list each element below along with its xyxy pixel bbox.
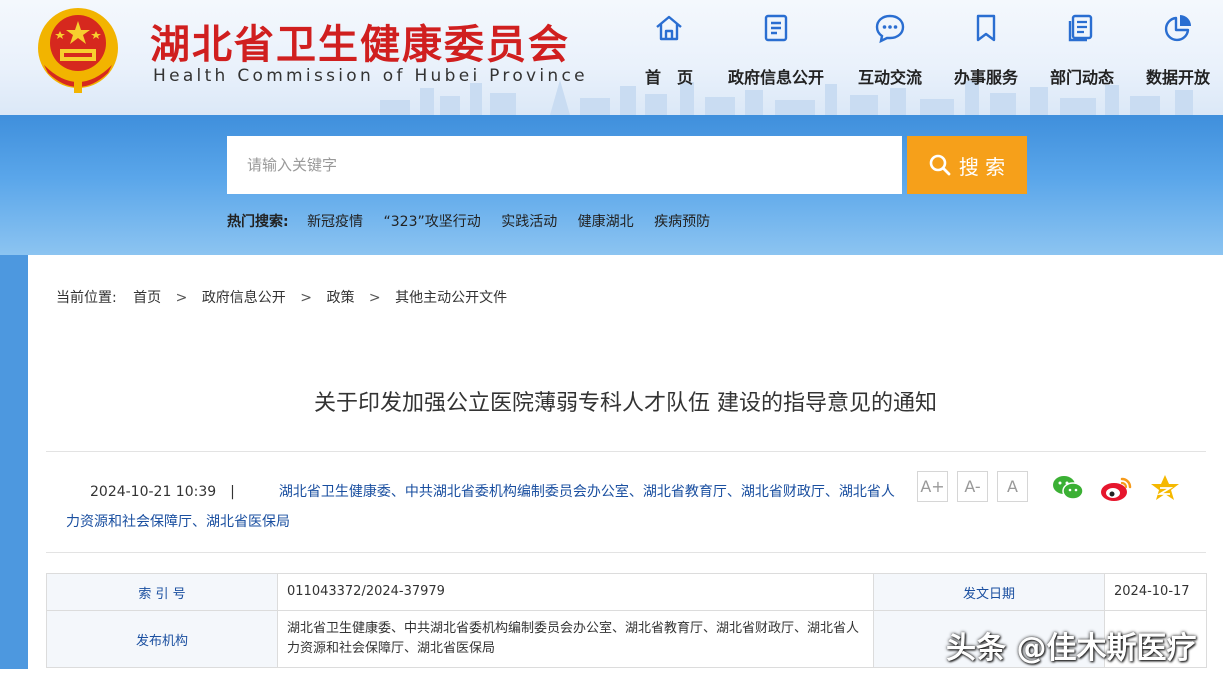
site-header: 湖北省卫生健康委员会 Health Commission of Hubei Pr… xyxy=(0,0,1223,115)
nav-label: 互动交流 xyxy=(857,68,922,87)
article-title: 关于印发加强公立医院薄弱专科人才队伍 建设的指导意见的通知 xyxy=(314,391,937,416)
search-icon xyxy=(929,154,951,176)
search-band: 搜 索 热门搜索: 新冠疫情 “323”攻坚行动 实践活动 健康湖北 疾病预防 xyxy=(0,115,1223,255)
hot-search-link[interactable]: 疾病预防 xyxy=(654,214,710,230)
watermark: 头条 @佳木斯医疗 xyxy=(946,631,1197,666)
nav-label: 首 页 xyxy=(644,68,693,87)
breadcrumb: 当前位置: 首页 > 政府信息公开 > 政策 > 其他主动公开文件 xyxy=(56,287,507,307)
hot-searches: 热门搜索: 新冠疫情 “323”攻坚行动 实践活动 健康湖北 疾病预防 xyxy=(227,211,726,231)
font-size-default-button[interactable]: A xyxy=(997,471,1028,502)
favorite-icon[interactable] xyxy=(1149,473,1181,503)
nav-item-services[interactable]: 办事服务 xyxy=(931,12,1041,88)
publishing-agency-value: 湖北省卫生健康委、中共湖北省委机构编制委员会办公室、湖北省教育厅、湖北省财政厅、… xyxy=(277,610,874,668)
table-row: 索 引 号 011043372/2024-37979 发文日期 2024-10-… xyxy=(46,573,1207,611)
hot-search-link[interactable]: 健康湖北 xyxy=(578,214,634,230)
home-icon xyxy=(656,15,682,41)
nav-label: 部门动态 xyxy=(1049,68,1114,87)
breadcrumb-link-policy[interactable]: 政策 xyxy=(326,290,354,306)
font-size-decrease-button[interactable]: A- xyxy=(957,471,988,502)
breadcrumb-link-government-info[interactable]: 政府信息公开 xyxy=(202,290,286,306)
page-edge xyxy=(0,669,50,679)
search-button[interactable]: 搜 索 xyxy=(907,136,1027,194)
hot-search-link[interactable]: 新冠疫情 xyxy=(307,214,363,230)
hot-search-link[interactable]: “323”攻坚行动 xyxy=(384,214,481,230)
nav-item-interaction[interactable]: 互动交流 xyxy=(835,12,945,88)
nav-label: 政府信息公开 xyxy=(727,68,824,87)
breadcrumb-link-home[interactable]: 首页 xyxy=(133,290,161,306)
issue-date-label: 发文日期 xyxy=(873,573,1105,611)
content-card: 当前位置: 首页 > 政府信息公开 > 政策 > 其他主动公开文件 关于印发加强… xyxy=(28,255,1223,679)
wechat-icon[interactable] xyxy=(1052,473,1084,503)
document-icon xyxy=(764,14,788,42)
news-icon xyxy=(1068,14,1093,42)
nav-label: 数据开放 xyxy=(1145,68,1210,87)
breadcrumb-label: 当前位置: xyxy=(56,290,117,306)
pie-chart-icon xyxy=(1164,15,1191,42)
site-title: 湖北省卫生健康委员会 xyxy=(150,21,570,68)
breadcrumb-link-other-documents[interactable]: 其他主动公开文件 xyxy=(395,290,507,306)
publishing-agency-label: 发布机构 xyxy=(46,610,278,668)
nav-item-government-info[interactable]: 政府信息公开 xyxy=(721,12,831,88)
nav-label: 办事服务 xyxy=(953,68,1018,87)
index-number-value: 011043372/2024-37979 xyxy=(277,573,874,611)
nav-item-department-news[interactable]: 部门动态 xyxy=(1027,12,1137,88)
hot-search-link[interactable]: 实践活动 xyxy=(501,214,557,230)
breadcrumb-separator: > xyxy=(368,290,381,306)
bookmark-icon xyxy=(976,14,996,42)
hot-searches-label: 热门搜索: xyxy=(227,214,289,230)
issue-date-value: 2024-10-17 xyxy=(1104,573,1207,611)
search-button-label: 搜 索 xyxy=(958,154,1006,179)
publish-datetime: 2024-10-21 10:39 xyxy=(90,484,217,500)
site-subtitle-english: Health Commission of Hubei Province xyxy=(153,66,588,86)
article-meta: 2024-10-21 10:39 | 湖北省卫生健康委、中共湖北省委机构编制委员会办… xyxy=(66,477,896,537)
weibo-icon[interactable] xyxy=(1100,473,1132,503)
national-emblem-logo xyxy=(38,8,118,93)
breadcrumb-separator: > xyxy=(175,290,188,306)
divider xyxy=(46,451,1206,452)
meta-separator: | xyxy=(230,484,235,500)
nav-item-open-data[interactable]: 数据开放 xyxy=(1123,12,1223,88)
chat-icon xyxy=(875,14,905,44)
font-size-increase-button[interactable]: A+ xyxy=(917,471,948,502)
divider xyxy=(46,552,1206,553)
index-number-label: 索 引 号 xyxy=(46,573,278,611)
search-input[interactable] xyxy=(227,136,902,194)
breadcrumb-separator: > xyxy=(300,290,312,306)
nav-item-home[interactable]: 首 页 xyxy=(614,12,724,88)
